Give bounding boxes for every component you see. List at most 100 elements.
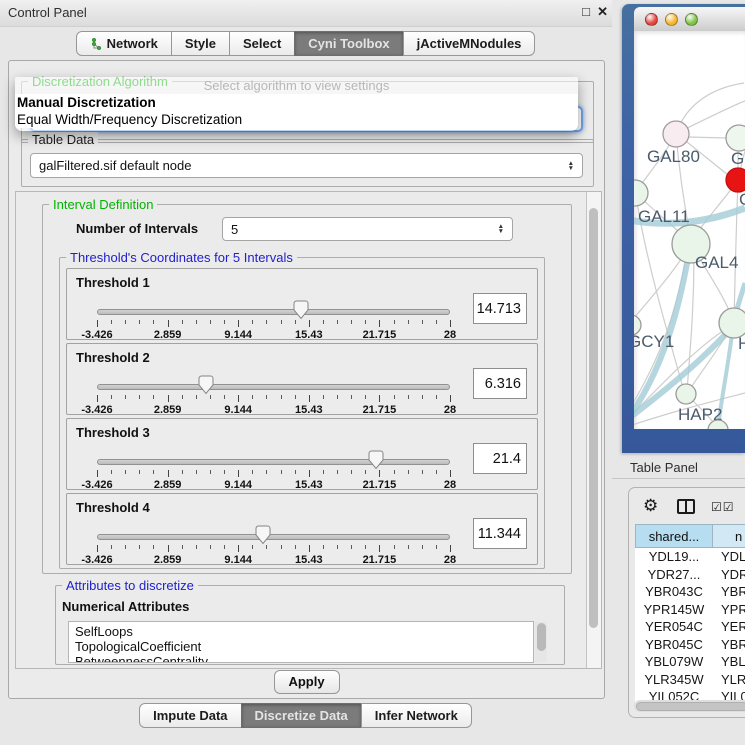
combo-stepper-icon[interactable]: ▲ ▼	[562, 161, 574, 171]
numerical-attributes-list[interactable]: SelfLoopsTopologicalCoefficientBetweenne…	[68, 621, 534, 663]
cell-shared-name[interactable]: YER054C	[635, 618, 713, 636]
tab-discretize-data[interactable]: Discretize Data	[241, 703, 362, 728]
number-of-intervals-combobox[interactable]: 5 ▲ ▼	[222, 217, 513, 241]
mac-minimize-button[interactable]	[665, 13, 678, 26]
tick-mark	[252, 470, 253, 474]
tick-mark	[379, 545, 380, 552]
cell-shared-name[interactable]: YPR145W	[635, 601, 713, 619]
window-title: Control Panel	[8, 5, 87, 20]
tick-mark	[408, 470, 409, 474]
tab-impute-data[interactable]: Impute Data	[139, 703, 241, 728]
cell-name[interactable]: YLR3	[713, 671, 745, 689]
table-row[interactable]: YBL079WYBL0	[635, 653, 745, 671]
cyni-toolbox-panel: Discretization Algorithm ▲ ▼ Table Data …	[8, 60, 605, 699]
interval-definition-group: Interval Definition Number of Intervals …	[42, 204, 572, 574]
cell-shared-name[interactable]: YLR345W	[635, 671, 713, 689]
tab-network[interactable]: Network	[76, 31, 172, 56]
network-window-titlebar[interactable]	[634, 7, 745, 31]
threshold-value-field[interactable]: 14.713	[473, 293, 527, 324]
tick-mark	[168, 470, 169, 477]
slider-handle[interactable]	[368, 450, 384, 470]
cell-name[interactable]: YBR0	[713, 636, 745, 654]
cell-shared-name[interactable]: YDR27...	[635, 566, 713, 584]
close-window-icon[interactable]: ✕	[597, 4, 608, 20]
attributes-list-scrollbar[interactable]	[535, 622, 547, 662]
tick-mark	[422, 395, 423, 399]
column-header-name[interactable]: n	[713, 524, 745, 548]
tick-mark	[224, 470, 225, 474]
slider-handle[interactable]	[255, 525, 271, 545]
tick-mark	[97, 320, 98, 327]
slider-track[interactable]	[97, 309, 450, 315]
cell-name[interactable]: YBL0	[713, 653, 745, 671]
table-row[interactable]: YBR045CYBR0	[635, 636, 745, 654]
attribute-item-betweennesscentrality[interactable]: BetweennessCentrality	[75, 654, 533, 663]
tick-mark	[408, 395, 409, 399]
slider-handle[interactable]	[198, 375, 214, 395]
network-node-hap2[interactable]	[676, 384, 696, 404]
algorithm-option-manual-discretization[interactable]: Manual Discretization	[15, 94, 578, 111]
float-window-icon[interactable]: □	[582, 4, 590, 19]
scrollbar-thumb[interactable]	[537, 623, 546, 651]
table-row[interactable]: YDR27...YDR2	[635, 566, 745, 584]
cell-shared-name[interactable]: YBR045C	[635, 636, 713, 654]
slider-track[interactable]	[97, 534, 450, 540]
tab-jactivemnodules[interactable]: jActiveMNodules	[403, 31, 536, 56]
threshold-slider[interactable]: -3.4262.8599.14415.4321.71528	[97, 382, 450, 414]
threshold-value-field[interactable]: 11.344	[473, 518, 527, 549]
network-canvas[interactable]: GAL80GAL11GAL4GCY1HAP2G.CH	[634, 31, 745, 429]
network-graph[interactable]: GAL80GAL11GAL4GCY1HAP2G.CH	[634, 31, 745, 429]
threshold-slider[interactable]: -3.4262.8599.14415.4321.71528	[97, 307, 450, 339]
mac-zoom-button[interactable]	[685, 13, 698, 26]
cell-shared-name[interactable]: YBR043C	[635, 583, 713, 601]
tab-cyni-toolbox[interactable]: Cyni Toolbox	[294, 31, 403, 56]
cell-name[interactable]: YPR1	[713, 601, 745, 619]
attribute-item-selfloops[interactable]: SelfLoops	[75, 624, 533, 639]
tick-mark	[436, 470, 437, 474]
columns-icon[interactable]	[677, 499, 696, 515]
tick-label: 21.715	[363, 479, 397, 491]
scrollbar-thumb[interactable]	[589, 208, 598, 628]
gear-icon[interactable]: ⚙	[643, 496, 658, 516]
table-row[interactable]: YPR145WYPR1	[635, 601, 745, 619]
apply-button[interactable]: Apply	[274, 670, 340, 694]
network-node-gal80[interactable]	[663, 121, 689, 147]
scrollbar-thumb[interactable]	[636, 702, 745, 711]
combo-stepper-icon[interactable]: ▲ ▼	[492, 224, 504, 234]
algorithm-option-equal-width-frequency[interactable]: Equal Width/Frequency Discretization	[15, 111, 578, 128]
table-row[interactable]: YLR345WYLR3	[635, 671, 745, 689]
threshold-slider[interactable]: -3.4262.8599.14415.4321.71528	[97, 457, 450, 489]
tab-infer-network[interactable]: Infer Network	[361, 703, 472, 728]
network-node[interactable]	[726, 125, 745, 151]
threshold-value-field[interactable]: 21.4	[473, 443, 527, 474]
table-horizontal-scrollbar[interactable]	[634, 700, 745, 712]
tick-label: -3.426	[81, 329, 112, 341]
mac-close-button[interactable]	[645, 13, 658, 26]
slider-handle[interactable]	[293, 300, 309, 320]
threshold-slider[interactable]: -3.4262.8599.14415.4321.71528	[97, 532, 450, 564]
slider-track[interactable]	[97, 384, 450, 390]
tab-style[interactable]: Style	[171, 31, 230, 56]
table-row[interactable]: YDL19...YDL1	[635, 548, 745, 566]
slider-track[interactable]	[97, 459, 450, 465]
attribute-item-topologicalcoefficient[interactable]: TopologicalCoefficient	[75, 639, 533, 654]
table-row[interactable]: YER054CYER0	[635, 618, 745, 636]
cell-name[interactable]: YER0	[713, 618, 745, 636]
cell-name[interactable]: YDL1	[713, 548, 745, 566]
cell-shared-name[interactable]: YBL079W	[635, 653, 713, 671]
tab-label: Cyni Toolbox	[308, 32, 389, 55]
cell-shared-name[interactable]: YDL19...	[635, 548, 713, 566]
network-node[interactable]	[726, 168, 745, 192]
tab-select[interactable]: Select	[229, 31, 295, 56]
threshold-value-field[interactable]: 6.316	[473, 368, 527, 399]
table-row[interactable]: YBR043CYBR0	[635, 583, 745, 601]
table-data-combobox[interactable]: galFiltered.sif default node ▲ ▼	[30, 153, 583, 178]
checkboxes-icon[interactable]: ☑☑	[711, 500, 735, 514]
tick-label: -3.426	[81, 554, 112, 566]
cell-name[interactable]: YDR2	[713, 566, 745, 584]
tick-mark	[210, 395, 211, 399]
tick-mark	[351, 320, 352, 324]
cell-name[interactable]: YBR0	[713, 583, 745, 601]
column-header-shared-name[interactable]: shared...	[635, 524, 713, 548]
viewport-vertical-scrollbar[interactable]	[586, 192, 601, 668]
